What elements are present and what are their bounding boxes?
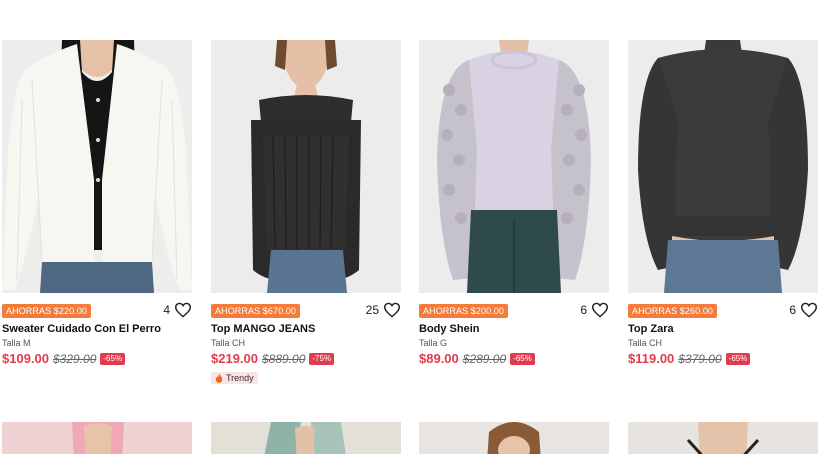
product-card[interactable]: AHORRAS $260.00 6 Top Zara Talla CH $119… (628, 40, 818, 366)
product-image-partial[interactable] (419, 422, 609, 454)
product-title[interactable]: Body Shein (419, 323, 609, 335)
savings-badge: AHORRAS $200.00 (419, 304, 509, 318)
like-count: 6 (789, 303, 796, 317)
product-image[interactable] (2, 40, 192, 293)
product-image[interactable] (211, 40, 401, 293)
trendy-tag: Trendy (211, 372, 258, 384)
product-size: Talla CH (628, 338, 663, 348)
heart-outline-icon[interactable] (591, 302, 609, 318)
discount-badge: -75% (309, 352, 335, 365)
heart-outline-icon[interactable] (174, 302, 192, 318)
heart-outline-icon[interactable] (800, 302, 818, 318)
product-title[interactable]: Sweater Cuidado Con El Perro (2, 323, 192, 335)
product-image-partial[interactable] (628, 422, 818, 454)
product-image[interactable] (419, 40, 609, 293)
flame-icon (215, 373, 223, 383)
original-price: $379.00 (678, 351, 722, 366)
product-card[interactable]: AHORRAS $670.00 25 Top MANGO JEANS Talla… (211, 40, 401, 388)
like-button[interactable]: 25 (366, 302, 401, 318)
product-size: Talla G (419, 338, 448, 348)
product-title[interactable]: Top Zara (628, 323, 818, 335)
like-count: 4 (163, 303, 170, 317)
product-price: $219.00 (211, 351, 258, 366)
product-price: $119.00 (628, 351, 675, 366)
like-button[interactable]: 4 (163, 302, 192, 318)
product-price: $109.00 (2, 351, 49, 366)
product-card[interactable]: AHORRAS $220.00 4 Sweater Cuidado Con El… (2, 40, 192, 366)
product-image-partial[interactable] (211, 422, 401, 454)
heart-outline-icon[interactable] (383, 302, 401, 318)
savings-badge: AHORRAS $670.00 (211, 304, 301, 318)
like-count: 25 (365, 303, 379, 317)
trendy-label: Trendy (226, 373, 254, 383)
original-price: $889.00 (262, 351, 306, 366)
product-size: Talla CH (211, 338, 246, 348)
like-count: 6 (580, 303, 587, 317)
like-button[interactable]: 6 (580, 302, 609, 318)
product-size: Talla M (2, 338, 31, 348)
like-button[interactable]: 6 (789, 302, 818, 318)
savings-badge: AHORRAS $220.00 (2, 304, 92, 318)
discount-badge: -65% (510, 352, 535, 365)
discount-badge: -65% (725, 352, 751, 365)
product-image[interactable] (628, 40, 818, 293)
product-card[interactable]: AHORRAS $200.00 6 Body Shein Talla G $89… (419, 40, 609, 366)
original-price: $329.00 (53, 351, 97, 366)
product-price: $89.00 (419, 351, 459, 366)
savings-badge: AHORRAS $260.00 (628, 304, 718, 318)
product-image-partial[interactable] (2, 422, 192, 454)
discount-badge: -65% (100, 352, 126, 365)
product-title[interactable]: Top MANGO JEANS (211, 323, 401, 335)
original-price: $289.00 (462, 351, 507, 366)
